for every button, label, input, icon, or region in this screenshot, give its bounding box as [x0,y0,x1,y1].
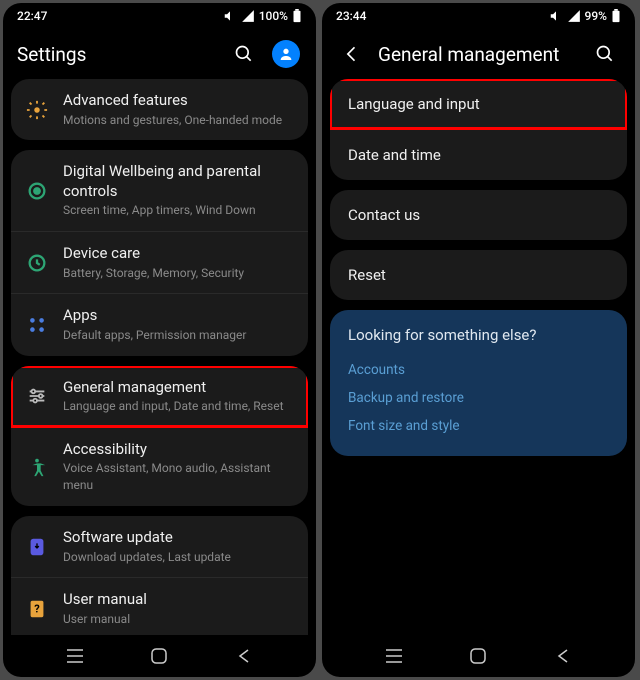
gm-list[interactable]: Language and inputDate and time Contact u… [322,79,635,635]
settings-group: Software update Download updates, Last u… [11,516,308,635]
suggestions-title: Looking for something else? [348,326,609,344]
settings-group: General management Language and input, D… [11,366,308,506]
manual-icon: ? [25,597,49,621]
gm-item[interactable]: Date and time [330,129,627,180]
battery-pct: 100% [259,9,288,23]
page-title: Settings [17,43,218,66]
battery-pct: 99% [585,9,607,23]
apps-icon [25,313,49,337]
suggestion-link[interactable]: Accounts [348,356,609,384]
settings-item-accessibility[interactable]: Accessibility Voice Assistant, Mono audi… [11,427,308,506]
item-text: General management Language and input, D… [63,378,294,415]
devicecare-icon [25,251,49,275]
settings-item-apps[interactable]: Apps Default apps, Permission manager [11,293,308,355]
phone-general-management: 23:44 99% General management Language an… [322,3,635,677]
item-subtitle: Battery, Storage, Memory, Security [63,265,294,282]
item-title: Device care [63,244,294,264]
svg-text:?: ? [34,603,40,616]
back-button[interactable] [336,38,368,70]
status-bar: 22:47 100% [3,3,316,29]
advanced-icon [25,98,49,122]
item-title: Apps [63,306,294,326]
mute-icon [223,9,237,23]
item-subtitle: Motions and gestures, One-handed mode [63,112,294,129]
settings-item-general[interactable]: General management Language and input, D… [11,366,308,427]
status-bar: 23:44 99% [322,3,635,29]
status-time: 22:47 [17,9,47,23]
gm-item[interactable]: Reset [330,250,627,300]
status-icons: 99% [549,9,621,23]
item-title: General management [63,378,294,398]
suggestion-link[interactable]: Backup and restore [348,384,609,412]
suggestion-link[interactable]: Font size and style [348,412,609,440]
nav-recents[interactable] [369,641,419,671]
item-subtitle: User manual [63,611,294,628]
settings-item-advanced[interactable]: Advanced features Motions and gestures, … [11,79,308,140]
search-icon [595,44,615,64]
settings-group: Advanced features Motions and gestures, … [11,79,308,140]
page-title: General management [378,43,579,66]
chevron-left-icon [342,44,362,64]
suggestions-card: Looking for something else? AccountsBacku… [330,310,627,456]
item-subtitle: Screen time, App timers, Wind Down [63,202,294,219]
signal-icon [241,9,255,23]
item-text: Digital Wellbeing and parental controls … [63,162,294,219]
header: General management [322,29,635,79]
nav-back[interactable] [538,641,588,671]
item-subtitle: Voice Assistant, Mono audio, Assistant m… [63,460,294,494]
item-title: Accessibility [63,440,294,460]
nav-bar [3,635,316,677]
wellbeing-icon [25,179,49,203]
gm-group: Contact us [330,190,627,240]
item-text: Software update Download updates, Last u… [63,528,294,565]
item-title: User manual [63,590,294,610]
nav-home[interactable] [453,641,503,671]
nav-bar [322,635,635,677]
item-title: Advanced features [63,91,294,111]
item-title: Software update [63,528,294,548]
accessibility-icon [25,455,49,479]
gm-item[interactable]: Contact us [330,190,627,240]
item-text: Apps Default apps, Permission manager [63,306,294,343]
account-button[interactable] [270,38,302,70]
status-time: 23:44 [336,9,366,23]
item-text: Device care Battery, Storage, Memory, Se… [63,244,294,281]
search-button[interactable] [589,38,621,70]
item-text: Accessibility Voice Assistant, Mono audi… [63,440,294,494]
nav-recents[interactable] [50,641,100,671]
signal-icon [567,9,581,23]
mute-icon [549,9,563,23]
gm-group: Reset [330,250,627,300]
settings-item-update[interactable]: Software update Download updates, Last u… [11,516,308,577]
nav-back[interactable] [219,641,269,671]
settings-list[interactable]: Advanced features Motions and gestures, … [3,79,316,635]
avatar [272,40,300,68]
settings-item-devicecare[interactable]: Device care Battery, Storage, Memory, Se… [11,231,308,293]
gm-group: Language and inputDate and time [330,79,627,180]
item-subtitle: Download updates, Last update [63,549,294,566]
item-text: Advanced features Motions and gestures, … [63,91,294,128]
item-text: User manual User manual [63,590,294,627]
item-subtitle: Default apps, Permission manager [63,327,294,344]
item-title: Digital Wellbeing and parental controls [63,162,294,201]
battery-icon [292,9,302,23]
settings-group: Digital Wellbeing and parental controls … [11,150,308,355]
settings-item-manual[interactable]: ? User manual User manual [11,577,308,635]
person-icon [278,46,294,62]
general-icon [25,384,49,408]
header: Settings [3,29,316,79]
gm-item[interactable]: Language and input [330,79,627,129]
item-subtitle: Language and input, Date and time, Reset [63,398,294,415]
search-icon [234,44,254,64]
battery-icon [611,9,621,23]
status-icons: 100% [223,9,302,23]
update-icon [25,535,49,559]
phone-settings: 22:47 100% Settings Advanced features Mo… [3,3,316,677]
settings-item-wellbeing[interactable]: Digital Wellbeing and parental controls … [11,150,308,231]
nav-home[interactable] [134,641,184,671]
search-button[interactable] [228,38,260,70]
